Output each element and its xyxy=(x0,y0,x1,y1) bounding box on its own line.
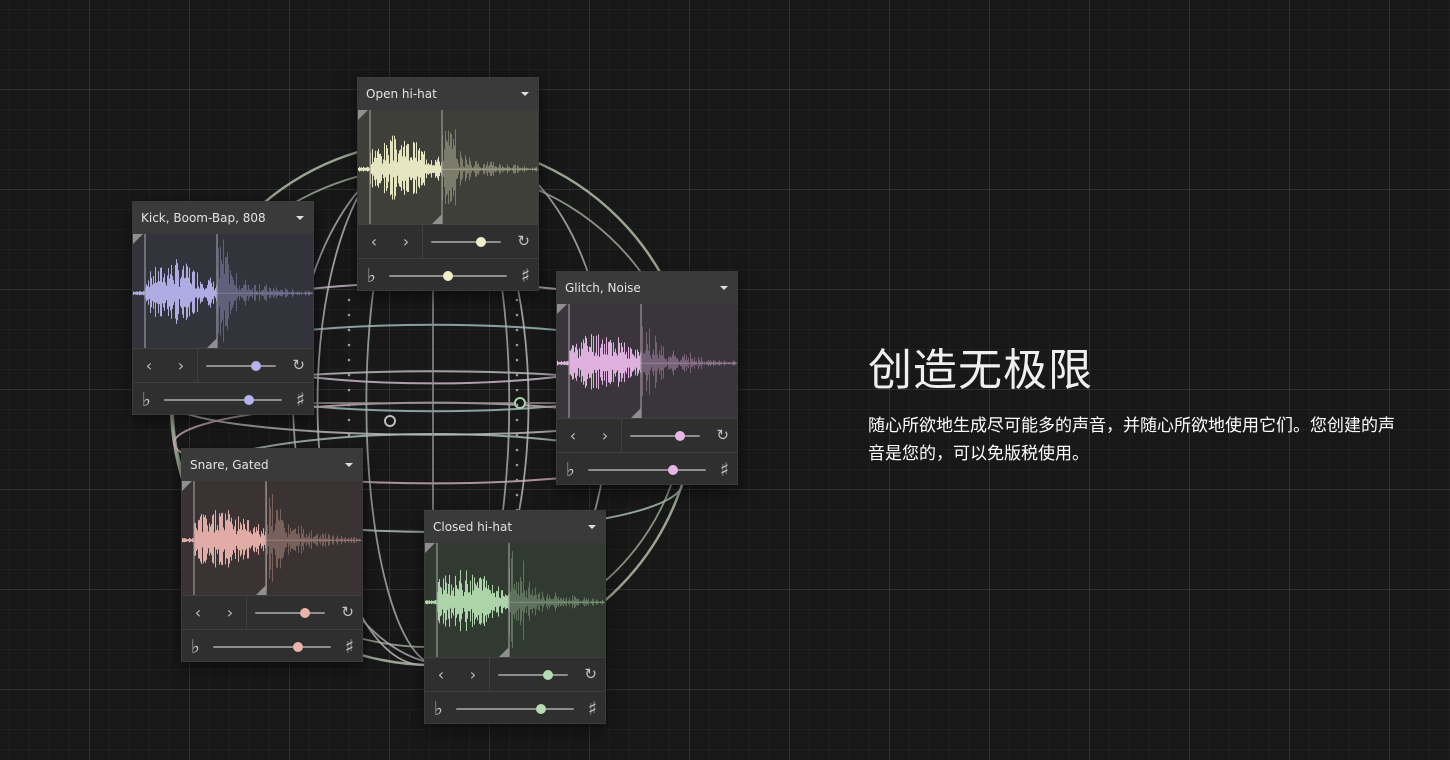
sample-selector[interactable]: Snare, Gated xyxy=(182,449,362,481)
page-description: 随心所欲地生成尽可能多的声音，并随心所欲地使用它们。您创建的声音是您的，可以免版… xyxy=(868,416,1395,464)
waveform-display[interactable] xyxy=(182,481,362,595)
chevron-left-icon[interactable]: ‹ xyxy=(146,357,152,374)
sharp-icon[interactable]: ♯ xyxy=(345,636,354,658)
refresh-icon[interactable]: ↻ xyxy=(292,357,305,373)
variation-slider-thumb[interactable] xyxy=(251,361,262,371)
waveform-display[interactable] xyxy=(358,110,538,224)
pitch-slider[interactable] xyxy=(164,399,282,401)
caret-down-icon[interactable] xyxy=(345,463,353,467)
sample-panel-glitch-noise: Glitch, Noise ‹ › ↻ ♭ ♯ xyxy=(556,271,738,485)
pitch-slider-thumb[interactable] xyxy=(243,395,254,405)
flat-icon[interactable]: ♭ xyxy=(367,265,376,287)
refresh-icon[interactable]: ↻ xyxy=(716,427,729,443)
flat-icon[interactable]: ♭ xyxy=(566,459,575,481)
refresh-icon[interactable]: ↻ xyxy=(341,604,354,620)
chevron-left-icon[interactable]: ‹ xyxy=(570,427,576,444)
trim-start-handle[interactable] xyxy=(133,234,143,244)
flat-icon[interactable]: ♭ xyxy=(434,698,443,720)
pitch-slider-thumb[interactable] xyxy=(443,271,453,281)
sample-title: Kick, Boom-Bap, 808 xyxy=(141,211,266,225)
caret-down-icon[interactable] xyxy=(521,92,529,96)
caret-down-icon[interactable] xyxy=(588,525,596,529)
chevron-right-icon[interactable]: › xyxy=(470,666,476,683)
chevron-right-icon[interactable]: › xyxy=(602,427,608,444)
trim-start-handle[interactable] xyxy=(182,481,192,491)
refresh-icon[interactable]: ↻ xyxy=(584,666,597,682)
sample-selector[interactable]: Closed hi-hat xyxy=(425,511,605,543)
sample-panel-snare-gated: Snare, Gated ‹ › ↻ ♭ ♯ xyxy=(181,448,363,662)
sample-selector[interactable]: Open hi-hat xyxy=(358,78,538,110)
waveform xyxy=(358,110,538,224)
trim-start-handle[interactable] xyxy=(358,110,368,120)
variation-slider[interactable] xyxy=(255,612,325,614)
chevron-right-icon[interactable]: › xyxy=(227,604,233,621)
sample-selector[interactable]: Kick, Boom-Bap, 808 xyxy=(133,202,313,234)
flat-icon[interactable]: ♭ xyxy=(191,636,200,658)
pitch-slider-thumb[interactable] xyxy=(667,465,678,475)
caret-down-icon[interactable] xyxy=(296,216,304,220)
sample-title: Snare, Gated xyxy=(190,458,269,472)
pitch-slider-thumb[interactable] xyxy=(535,704,546,714)
trim-end-handle[interactable] xyxy=(207,338,217,348)
trim-end-handle[interactable] xyxy=(256,585,266,595)
trim-end-handle[interactable] xyxy=(432,214,442,224)
sharp-icon[interactable]: ♯ xyxy=(521,265,530,287)
sample-panel-kick: Kick, Boom-Bap, 808 ‹ › ↻ ♭ ♯ xyxy=(132,201,314,415)
flat-icon[interactable]: ♭ xyxy=(142,389,151,411)
variation-slider[interactable] xyxy=(431,241,501,243)
sample-title: Closed hi-hat xyxy=(433,520,513,534)
variation-slider[interactable] xyxy=(498,674,568,676)
chevron-left-icon[interactable]: ‹ xyxy=(195,604,201,621)
variation-slider-thumb[interactable] xyxy=(300,608,311,618)
waveform-display[interactable] xyxy=(133,234,313,348)
waveform xyxy=(182,481,362,595)
trim-start-handle[interactable] xyxy=(425,543,435,553)
refresh-icon[interactable]: ↻ xyxy=(517,233,530,249)
pitch-slider[interactable] xyxy=(213,646,331,648)
sharp-icon[interactable]: ♯ xyxy=(296,389,305,411)
pitch-slider[interactable] xyxy=(588,469,706,471)
sample-title: Glitch, Noise xyxy=(565,281,641,295)
variation-slider-thumb[interactable] xyxy=(543,670,554,680)
variation-slider[interactable] xyxy=(206,365,276,367)
waveform xyxy=(557,304,737,418)
sample-panel-closed-hi-hat: Closed hi-hat ‹ › ↻ ♭ ♯ xyxy=(424,510,606,724)
page-heading: 创造无极限 xyxy=(868,345,1093,396)
sample-panel-open-hi-hat: Open hi-hat ‹ › ↻ ♭ ♯ xyxy=(357,77,539,291)
caret-down-icon[interactable] xyxy=(720,286,728,290)
pitch-slider-thumb[interactable] xyxy=(292,642,303,652)
waveform xyxy=(133,234,313,348)
variation-slider-thumb[interactable] xyxy=(675,431,686,441)
trim-start-handle[interactable] xyxy=(557,304,567,314)
chevron-left-icon[interactable]: ‹ xyxy=(438,666,444,683)
waveform xyxy=(425,543,605,657)
variation-slider-thumb[interactable] xyxy=(476,237,487,247)
sample-selector[interactable]: Glitch, Noise xyxy=(557,272,737,304)
trim-end-handle[interactable] xyxy=(499,647,509,657)
chevron-right-icon[interactable]: › xyxy=(178,357,184,374)
sharp-icon[interactable]: ♯ xyxy=(588,698,597,720)
sample-title: Open hi-hat xyxy=(366,87,437,101)
chevron-left-icon[interactable]: ‹ xyxy=(371,233,377,250)
pitch-slider[interactable] xyxy=(456,708,574,710)
sharp-icon[interactable]: ♯ xyxy=(720,459,729,481)
waveform-display[interactable] xyxy=(425,543,605,657)
waveform-display[interactable] xyxy=(557,304,737,418)
trim-end-handle[interactable] xyxy=(631,408,641,418)
chevron-right-icon[interactable]: › xyxy=(403,233,409,250)
variation-slider[interactable] xyxy=(630,435,700,437)
